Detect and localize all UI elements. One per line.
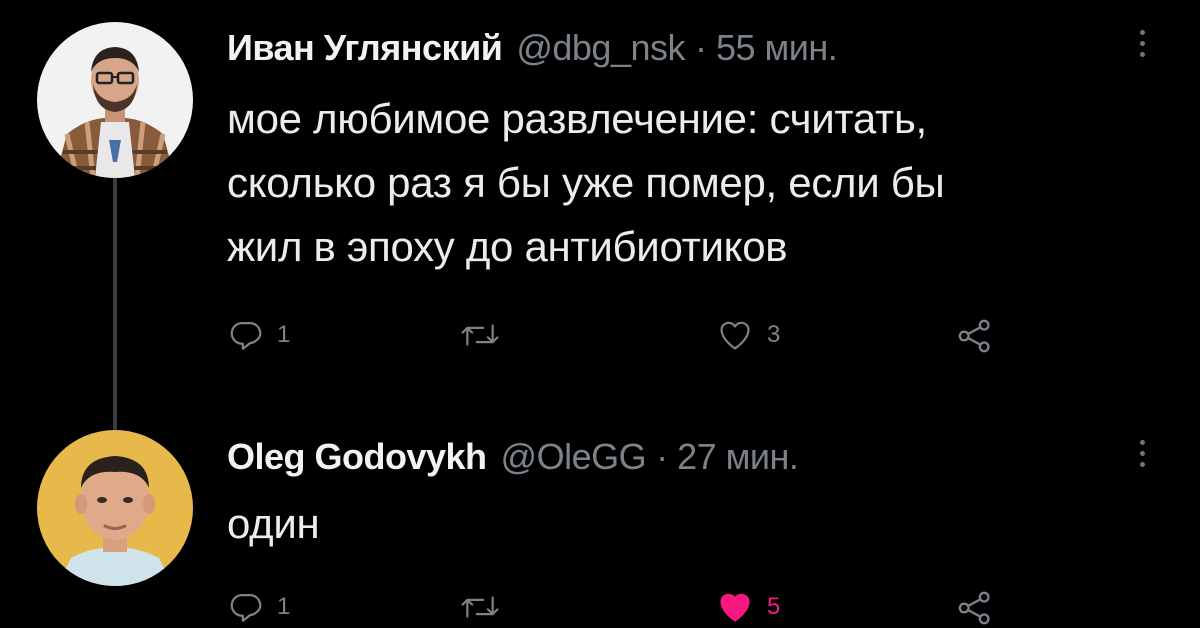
avatar[interactable] [37, 22, 193, 178]
like-icon [720, 321, 750, 350]
tweet-text-line: сколько раз я бы уже помер, если бы [227, 159, 945, 206]
reply-button[interactable]: 1 [227, 588, 290, 626]
author-name[interactable]: Иван Углянский [227, 27, 503, 69]
author-handle[interactable]: @dbg_nsk [516, 27, 685, 69]
retweet-button[interactable] [459, 316, 501, 354]
retweet-icon [461, 596, 499, 618]
share-button[interactable] [954, 588, 996, 628]
tweet-actions: 1 3 [227, 316, 1027, 356]
avatar-image [37, 430, 193, 586]
reply-icon [230, 322, 262, 350]
share-icon [958, 591, 990, 625]
tweet-timestamp[interactable]: · 55 мин. [695, 27, 838, 69]
like-count: 3 [767, 321, 781, 348]
retweet-button[interactable] [459, 588, 501, 626]
more-options-icon[interactable] [1140, 30, 1148, 57]
like-icon [720, 593, 750, 622]
share-icon [958, 319, 990, 353]
tweet-timestamp[interactable]: · 27 мин. [656, 436, 799, 478]
reply-count: 1 [277, 321, 291, 348]
tweet-text: один [227, 492, 320, 556]
tweet-text-line: жил в эпоху до антибиотиков [227, 223, 788, 270]
avatar[interactable] [37, 430, 193, 586]
share-button[interactable] [954, 316, 996, 356]
tweet-actions: 1 5 [227, 588, 1027, 628]
avatar-image [37, 22, 193, 178]
tweet-text-line: мое любимое развлечение: считать, [227, 95, 927, 142]
like-button[interactable]: 5 [715, 588, 780, 626]
author-handle[interactable]: @OleGG [501, 436, 647, 478]
retweet-icon [461, 324, 499, 346]
reply-count: 1 [277, 593, 291, 620]
like-button[interactable]: 3 [715, 316, 780, 354]
tweet-text: мое любимое развлечение: считать, скольк… [227, 87, 945, 279]
like-count: 5 [767, 593, 781, 620]
reply-icon [230, 594, 262, 622]
tweet-header: Oleg Godovykh @OleGG · 27 мин. [227, 436, 799, 478]
tweet-text-line: один [227, 500, 320, 547]
tweet-header: Иван Углянский @dbg_nsk · 55 мин. [227, 27, 838, 69]
author-name[interactable]: Oleg Godovykh [227, 436, 487, 478]
reply-button[interactable]: 1 [227, 316, 290, 354]
thread-connector-line [113, 175, 117, 430]
more-options-icon[interactable] [1140, 440, 1148, 467]
